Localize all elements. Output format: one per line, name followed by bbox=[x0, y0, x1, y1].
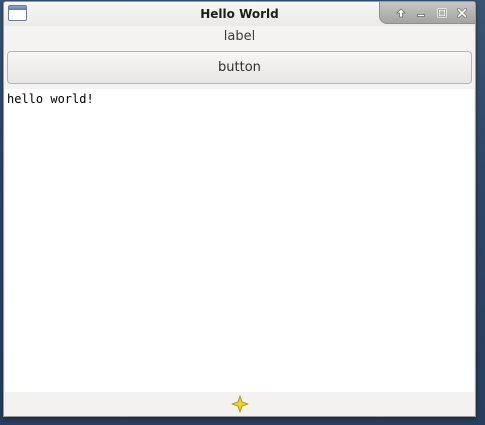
app-window: Hello World label button hello world! bbox=[3, 1, 476, 417]
minimize-button[interactable] bbox=[414, 6, 428, 20]
maximize-button[interactable] bbox=[435, 6, 449, 20]
shade-up-button[interactable] bbox=[394, 6, 408, 20]
close-icon bbox=[456, 7, 467, 18]
close-button[interactable] bbox=[455, 6, 469, 20]
shade-up-icon bbox=[396, 7, 407, 17]
text-view[interactable]: hello world! bbox=[5, 89, 474, 394]
status-bar bbox=[4, 392, 475, 416]
maximize-icon bbox=[436, 7, 447, 18]
sparkle-icon bbox=[231, 395, 248, 413]
main-button[interactable]: button bbox=[7, 51, 472, 84]
window-controls bbox=[379, 2, 475, 24]
label-text: label bbox=[223, 29, 256, 44]
minimize-icon bbox=[417, 13, 426, 17]
title-bar[interactable]: Hello World bbox=[4, 2, 475, 26]
window-content: label button hello world! bbox=[4, 26, 475, 416]
